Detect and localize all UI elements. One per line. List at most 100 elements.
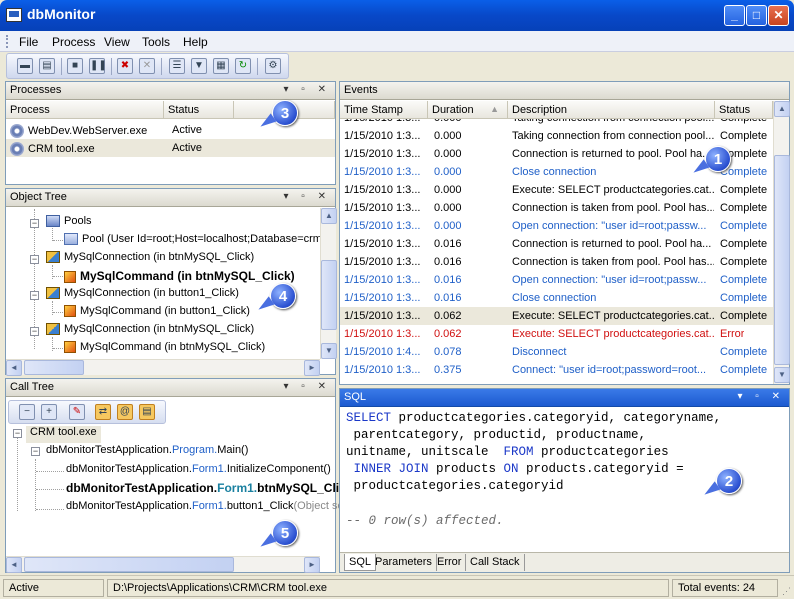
collapse-all-icon[interactable]: −	[19, 404, 35, 420]
collapse-toggle[interactable]: −	[30, 327, 39, 336]
tab-parameters[interactable]: Parameters	[371, 554, 437, 571]
scroll-left-icon[interactable]: ◄	[6, 360, 22, 376]
call-node-button1[interactable]: dbMonitorTestApplication.Form1.button1_C…	[66, 500, 344, 517]
processes-panel: Processes ▾ ▫ ✕ Process Status WebDev.Web…	[5, 81, 336, 185]
scroll-down-icon[interactable]: ▼	[321, 343, 337, 359]
event-row[interactable]: 1/15/2010 1:3... 0.016 Open connection: "u…	[340, 271, 773, 289]
collapse-toggle[interactable]: −	[30, 219, 39, 228]
col-status[interactable]: Status	[164, 101, 234, 119]
event-row[interactable]: 1/15/2010 1:3... 0.000 Execute: SELECT pro…	[340, 181, 773, 199]
menu-help[interactable]: Help	[183, 35, 208, 49]
tree-node-connection[interactable]: MySqlConnection (in button1_Click)	[46, 287, 239, 304]
sql-line: INNER JOIN products ON products.category…	[346, 462, 684, 476]
tab-error[interactable]: Error	[433, 554, 467, 571]
save-icon[interactable]: ▬	[17, 58, 33, 74]
event-row[interactable]: 1/15/2010 1:3... 0.375 Connect: "user id=r…	[340, 361, 773, 379]
call-node-initialize[interactable]: dbMonitorTestApplication.Form1.Initializ…	[66, 463, 331, 480]
event-row[interactable]: 1/15/2010 1:3... 0.062 Execute: SELECT pro…	[340, 307, 773, 325]
list-icon[interactable]: ☰	[169, 58, 185, 74]
menu-process[interactable]: Process	[52, 35, 95, 49]
process-row-selected[interactable]: CRM tool.exe Active	[6, 139, 335, 157]
menu-file[interactable]: File	[19, 35, 38, 49]
call-node-btnmysql[interactable]: dbMonitorTestApplication.Form1.btnMySQL_…	[66, 481, 346, 498]
event-row[interactable]: 1/15/2010 1:3... 0.062 Execute: SELECT pro…	[340, 325, 773, 343]
filter-icon[interactable]: ▼	[191, 58, 207, 74]
col-timestamp[interactable]: Time Stamp	[340, 101, 428, 119]
event-row[interactable]: 1/15/2010 1:3... 0.016 Close connection Com…	[340, 289, 773, 307]
resize-grip-icon[interactable]: ⋰	[782, 586, 791, 597]
process-status: Active	[172, 124, 202, 136]
process-gear-icon	[10, 124, 24, 138]
call-args: (Object se	[293, 500, 344, 512]
expand-all-icon[interactable]: +	[41, 404, 57, 420]
scroll-thumb[interactable]	[24, 360, 84, 375]
call-node-root[interactable]: CRM tool.exe	[26, 426, 101, 443]
save-as-icon[interactable]: ▤	[39, 58, 55, 74]
event-status: Complete	[720, 130, 768, 142]
stop-icon[interactable]: ■	[67, 58, 83, 74]
panel-buttons[interactable]: ▾ ▫ ✕	[284, 191, 332, 202]
object-tree-hscroll[interactable]: ◄ ►	[6, 359, 320, 376]
settings-icon[interactable]: ⚙	[265, 58, 281, 74]
event-row[interactable]: 1/15/2010 1:3... 0.000 Taking connection f…	[340, 127, 773, 145]
toggle-stack-icon[interactable]: ▤	[139, 404, 155, 420]
scroll-thumb[interactable]	[321, 260, 337, 330]
tree-node-command[interactable]: MySqlCommand (in btnMySQL_Click)	[64, 269, 295, 286]
events-vscroll[interactable]: ▲ ▼	[773, 101, 790, 384]
collapse-toggle[interactable]: −	[13, 429, 22, 438]
minimize-button[interactable]: _	[724, 5, 745, 26]
collapse-toggle[interactable]: −	[31, 447, 40, 456]
tab-call-stack[interactable]: Call Stack	[466, 554, 525, 571]
scroll-up-icon[interactable]: ▲	[321, 208, 337, 224]
menu-tools[interactable]: Tools	[142, 35, 170, 49]
event-duration: 0.000	[434, 220, 462, 232]
col-status[interactable]: Status	[715, 101, 773, 119]
tree-node-pool[interactable]: Pool (User Id=root;Host=localhost;Databa…	[64, 233, 322, 250]
scroll-thumb[interactable]	[774, 155, 790, 365]
call-tree-hscroll[interactable]: ◄ ►	[6, 556, 320, 573]
scroll-up-icon[interactable]: ▲	[774, 101, 790, 117]
highlight-icon[interactable]: ✎	[69, 404, 85, 420]
tree-node-connection[interactable]: MySqlConnection (in btnMySQL_Click)	[46, 251, 254, 268]
scroll-thumb[interactable]	[24, 557, 234, 572]
event-row[interactable]: 1/15/2010 1:3... 0.000 Connection is taken…	[340, 199, 773, 217]
event-status: Complete	[720, 238, 768, 250]
call-class: Form1.	[191, 463, 227, 475]
event-row[interactable]: 1/15/2010 1:3... 0.000 Taking connection f…	[340, 119, 773, 127]
toggle-namespace-icon[interactable]: @	[117, 404, 133, 420]
panel-buttons[interactable]: ▾ ▫ ✕	[284, 381, 332, 392]
col-description[interactable]: Description	[508, 101, 715, 119]
scroll-left-icon[interactable]: ◄	[6, 557, 22, 573]
title-bar[interactable]: dbMonitor _ □ ✕	[0, 0, 794, 31]
clear-icon[interactable]: ✕	[139, 58, 155, 74]
menu-view[interactable]: View	[104, 35, 130, 49]
panel-buttons[interactable]: ▾ ▫ ✕	[284, 84, 332, 95]
columns-icon[interactable]: ▦	[213, 58, 229, 74]
panel-buttons[interactable]: ▾ ▫ ✕	[738, 391, 786, 402]
event-row[interactable]: 1/15/2010 1:4... 0.078 Disconnect Complete	[340, 343, 773, 361]
scroll-right-icon[interactable]: ►	[304, 557, 320, 573]
collapse-toggle[interactable]: −	[30, 291, 39, 300]
event-row[interactable]: 1/15/2010 1:3... 0.016 Connection is retur…	[340, 235, 773, 253]
col-duration[interactable]: Duration ▲	[428, 101, 508, 119]
toggle-call-icon[interactable]: ⇄	[95, 404, 111, 420]
maximize-button[interactable]: □	[746, 5, 767, 26]
col-process[interactable]: Process	[6, 101, 164, 119]
event-row[interactable]: 1/15/2010 1:3... 0.016 Connection is taken…	[340, 253, 773, 271]
close-button[interactable]: ✕	[768, 5, 789, 26]
event-timestamp: 1/15/2010 1:3...	[344, 238, 421, 250]
event-row[interactable]: 1/15/2010 1:3... 0.000 Open connection: "u…	[340, 217, 773, 235]
object-tree-vscroll[interactable]: ▲ ▼	[320, 208, 337, 359]
tree-node-connection[interactable]: MySqlConnection (in btnMySQL_Click)	[46, 323, 254, 340]
event-timestamp: 1/15/2010 1:4...	[344, 346, 421, 358]
tree-node-pools[interactable]: Pools	[46, 215, 92, 232]
delete-icon[interactable]: ✖	[117, 58, 133, 74]
refresh-icon[interactable]: ↻	[235, 58, 251, 74]
tree-node-command[interactable]: MySqlCommand (in btnMySQL_Click)	[64, 341, 265, 358]
scroll-right-icon[interactable]: ►	[304, 360, 320, 376]
pause-icon[interactable]: ❚❚	[89, 58, 107, 74]
call-node-main[interactable]: dbMonitorTestApplication.Program.Main()	[46, 444, 248, 461]
collapse-toggle[interactable]: −	[30, 255, 39, 264]
scroll-down-icon[interactable]: ▼	[774, 367, 790, 383]
tree-node-command[interactable]: MySqlCommand (in button1_Click)	[64, 305, 250, 322]
